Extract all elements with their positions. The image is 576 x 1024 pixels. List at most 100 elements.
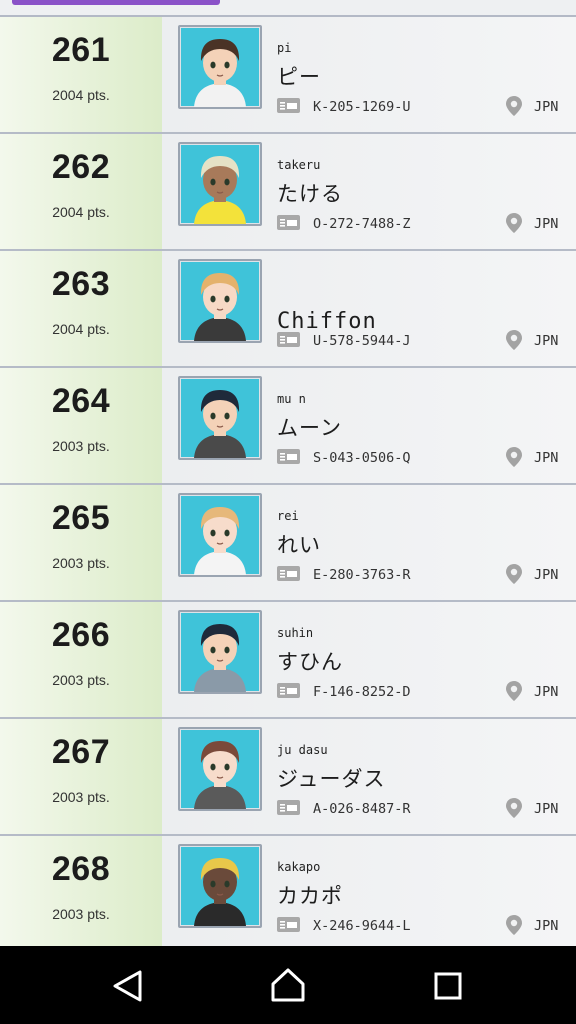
rank-number: 261 (51, 31, 111, 69)
rank-number: 263 (51, 265, 111, 303)
player-name-romaji: ju dasu (277, 743, 328, 757)
location-pin-icon (505, 563, 523, 585)
friend-code: K-205-1269-U (313, 99, 411, 115)
rank-cell: 265 2003 pts. (0, 485, 162, 600)
ranking-row[interactable]: 262 2004 pts. takeru たける O-272-7488-Z JP… (0, 134, 576, 251)
top-header-bar (0, 0, 576, 17)
location-pin-icon (505, 329, 523, 351)
back-triangle-icon (113, 970, 142, 1002)
player-name: Chiffon (277, 309, 377, 334)
location-pin-icon (505, 95, 523, 117)
player-name: すひん (277, 650, 343, 674)
player-avatar[interactable] (178, 727, 262, 811)
rank-points: 2003 pts. (52, 789, 110, 805)
location-pin-icon (505, 212, 523, 234)
country-code: JPN (534, 99, 559, 115)
ranking-row[interactable]: 264 2003 pts. mu n ムーン S-043-0506-Q JPN (0, 368, 576, 485)
rank-number: 264 (51, 382, 111, 420)
ranking-row[interactable]: 261 2004 pts. pi ピー K-205-1269-U JPN (0, 17, 576, 134)
avatar-portrait-icon (194, 273, 246, 341)
id-card-icon (277, 98, 300, 113)
id-card-icon (277, 566, 300, 581)
rank-number: 268 (51, 850, 111, 888)
id-card-icon (277, 332, 300, 347)
id-card-icon (277, 800, 300, 815)
country-code: JPN (534, 918, 559, 934)
rank-points: 2003 pts. (52, 672, 110, 688)
friend-code: S-043-0506-Q (313, 450, 411, 466)
avatar-portrait-icon (194, 507, 246, 575)
rank-points: 2003 pts. (52, 438, 110, 454)
player-name-romaji: rei (277, 509, 299, 523)
country-code: JPN (534, 450, 559, 466)
id-card-icon (277, 215, 300, 230)
ranking-row[interactable]: 267 2003 pts. ju dasu ジューダス A-026-8487-R… (0, 719, 576, 836)
player-name-romaji: suhin (277, 626, 314, 640)
player-name: カカポ (277, 884, 343, 908)
rank-cell: 267 2003 pts. (0, 719, 162, 834)
avatar-portrait-icon (194, 858, 246, 926)
avatar-portrait-icon (194, 39, 246, 107)
rank-number: 265 (51, 499, 111, 537)
avatar-portrait-icon (194, 390, 246, 458)
location-pin-icon (505, 797, 523, 819)
avatar-portrait-icon (194, 741, 246, 809)
rank-points: 2003 pts. (52, 906, 110, 922)
location-pin-icon (505, 914, 523, 936)
player-avatar[interactable] (178, 844, 262, 928)
rank-cell: 261 2004 pts. (0, 17, 162, 132)
rank-cell: 264 2003 pts. (0, 368, 162, 483)
location-pin-icon (505, 680, 523, 702)
id-card-icon (277, 683, 300, 698)
country-code: JPN (534, 333, 559, 349)
ranking-row[interactable]: 266 2003 pts. suhin すひん F-146-8252-D JPN (0, 602, 576, 719)
avatar-portrait-icon (194, 156, 246, 224)
country-code: JPN (534, 216, 559, 232)
rank-points: 2004 pts. (52, 321, 110, 337)
player-avatar[interactable] (178, 376, 262, 460)
friend-code: O-272-7488-Z (313, 216, 411, 232)
ranking-row[interactable]: 268 2003 pts. kakapo カカポ X-246-9644-L JP… (0, 836, 576, 953)
recents-square-icon (434, 972, 462, 1000)
ranking-row[interactable]: 265 2003 pts. rei れい E-280-3763-R JPN (0, 485, 576, 602)
rank-points: 2003 pts. (52, 555, 110, 571)
id-card-icon (277, 917, 300, 932)
player-name-romaji: mu n (277, 392, 306, 406)
nav-home-button[interactable] (258, 960, 318, 1010)
location-pin-icon (505, 446, 523, 468)
home-icon (271, 968, 305, 1002)
ranking-row[interactable]: 263 2004 pts. Chiffon U-578-5944-J JPN (0, 251, 576, 368)
player-avatar[interactable] (178, 25, 262, 109)
rank-cell: 268 2003 pts. (0, 836, 162, 951)
rank-cell: 266 2003 pts. (0, 602, 162, 717)
country-code: JPN (534, 801, 559, 817)
rank-number: 266 (51, 616, 111, 654)
player-name: れい (277, 533, 321, 557)
player-name-romaji: pi (277, 41, 292, 55)
nav-recents-button[interactable] (418, 960, 478, 1010)
friend-code: A-026-8487-R (313, 801, 411, 817)
friend-code: E-280-3763-R (313, 567, 411, 583)
player-avatar[interactable] (178, 142, 262, 226)
avatar-portrait-icon (194, 624, 246, 692)
system-navigation-bar (0, 946, 576, 1024)
player-name: たける (277, 182, 343, 206)
active-tab-indicator[interactable] (12, 0, 220, 5)
player-avatar[interactable] (178, 259, 262, 343)
player-name: ジューダス (277, 767, 386, 791)
country-code: JPN (534, 684, 559, 700)
rank-points: 2004 pts. (52, 87, 110, 103)
player-avatar[interactable] (178, 493, 262, 577)
rank-number: 267 (51, 733, 111, 771)
friend-code: F-146-8252-D (313, 684, 411, 700)
friend-code: X-246-9644-L (313, 918, 411, 934)
player-name: ピー (277, 65, 321, 89)
nav-back-button[interactable] (98, 960, 158, 1010)
country-code: JPN (534, 567, 559, 583)
player-name-romaji: kakapo (277, 860, 321, 874)
player-avatar[interactable] (178, 610, 262, 694)
rank-cell: 263 2004 pts. (0, 251, 162, 366)
rank-cell: 262 2004 pts. (0, 134, 162, 249)
id-card-icon (277, 449, 300, 464)
player-name-romaji: takeru (277, 158, 321, 172)
